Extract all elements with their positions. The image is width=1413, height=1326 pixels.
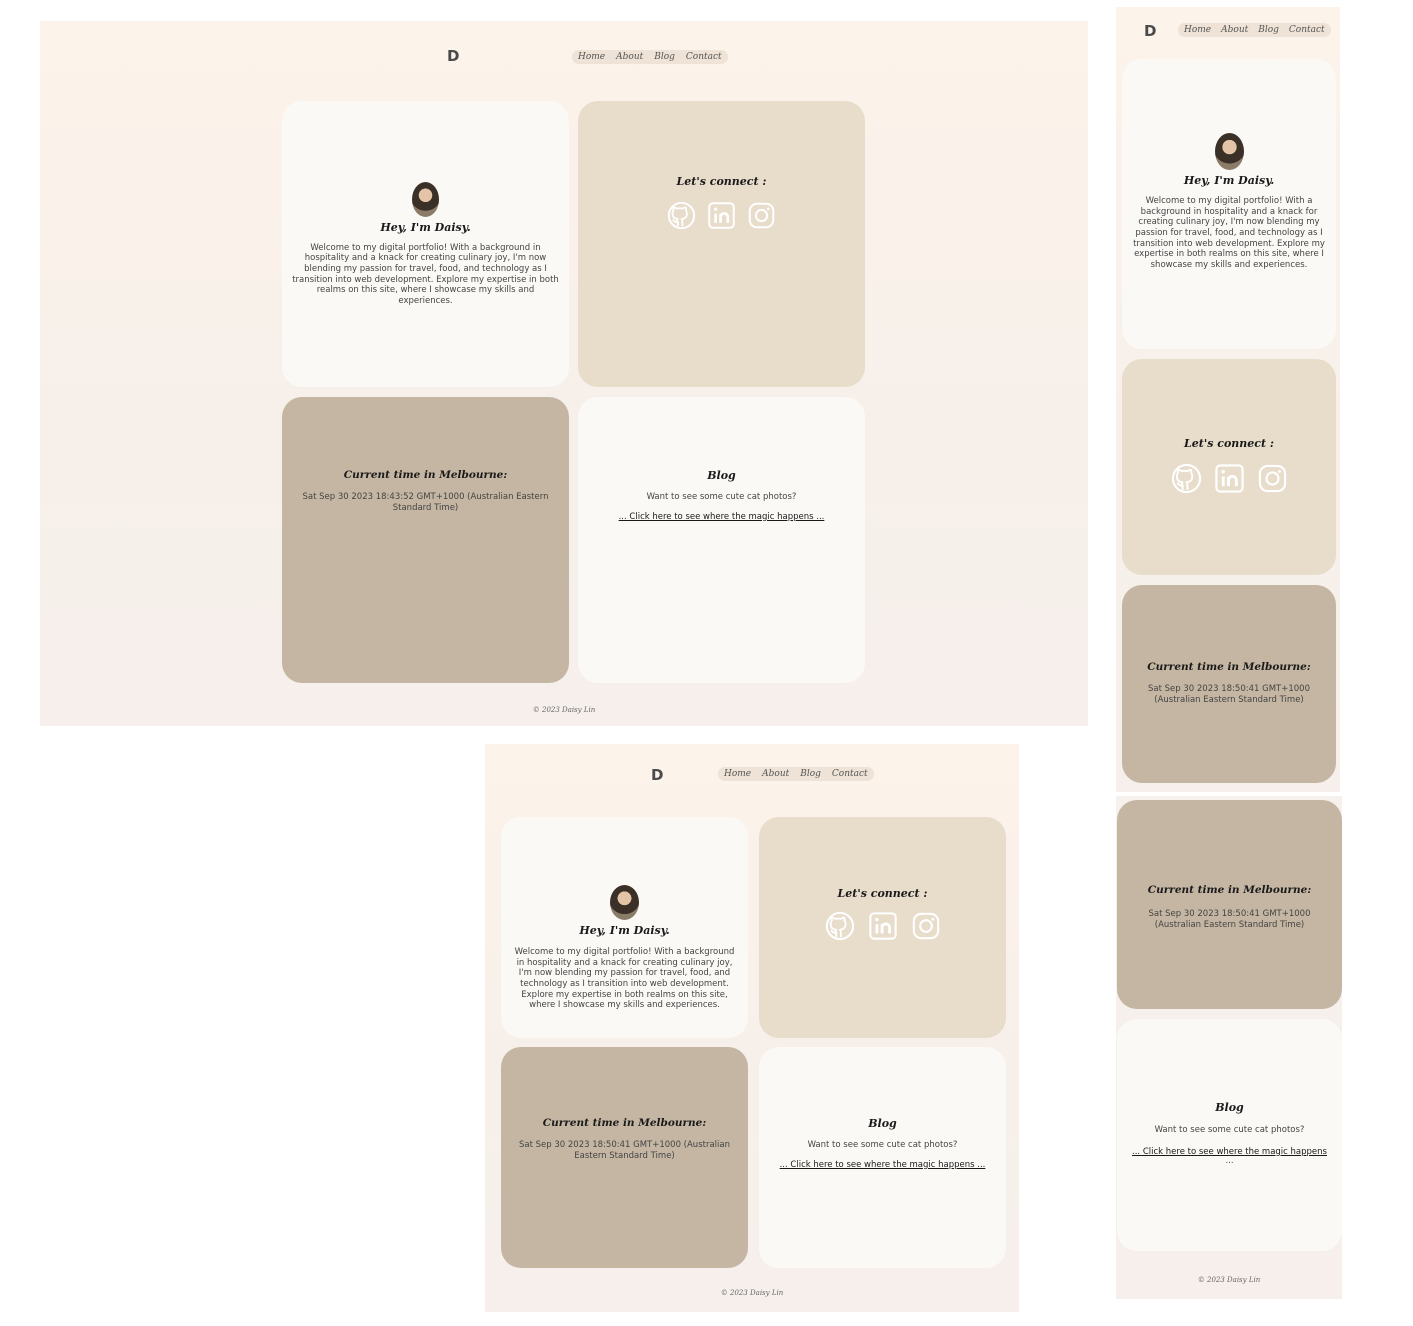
avatar [1214,133,1244,170]
intro-heading: Hey, I'm Daisy. [380,220,471,234]
instagram-icon[interactable] [1257,463,1288,494]
time-heading: Current time in Melbourne: [542,1117,707,1129]
nav-menu: Home About Blog Contact [1178,23,1331,37]
site-logo[interactable]: D [1144,22,1156,40]
nav-contact[interactable]: Contact [1289,25,1325,35]
blog-card: Blog Want to see some cute cat photos? .… [578,397,865,683]
blog-heading: Blog [868,1117,897,1130]
time-heading: Current time in Melbourne: [1147,661,1311,673]
time-heading: Current time in Melbourne: [343,469,508,481]
time-card: Current time in Melbourne: Sat Sep 30 20… [1117,800,1342,1009]
footer: © 2023 Daisy Lin [532,706,596,714]
linkedin-icon[interactable] [707,201,736,230]
social-icons [667,201,776,230]
mobile-view-top: D Home About Blog Contact Hey, I'm Daisy… [1116,7,1340,792]
nav-home[interactable]: Home [724,769,751,779]
tablet-view: D Home About Blog Contact Hey, I'm Daisy… [485,744,1019,1312]
intro-heading: Hey, I'm Daisy. [1183,174,1275,187]
blog-heading: Blog [707,469,736,482]
blog-link-tail: ... [1225,1155,1234,1166]
nav-contact[interactable]: Contact [686,52,722,62]
nav-blog[interactable]: Blog [654,52,675,62]
desktop-view: D Home About Blog Contact Hey, I'm Daisy… [40,21,1088,726]
intro-card: Hey, I'm Daisy. Welcome to my digital po… [1122,59,1336,349]
nav-menu: Home About Blog Contact [718,767,874,781]
time-card: Current time in Melbourne: Sat Sep 30 20… [282,397,569,683]
nav-menu: Home About Blog Contact [572,50,728,64]
time-value: Sat Sep 30 2023 18:50:41 GMT+1000 (Austr… [519,1140,730,1161]
connect-card: Let's connect : [759,817,1006,1038]
intro-text: Welcome to my digital portfolio! With a … [292,242,559,306]
avatar [412,181,439,217]
footer: © 2023 Daisy Lin [1197,1276,1261,1284]
blog-text: Want to see some cute cat photos? [646,492,797,502]
instagram-icon[interactable] [911,911,941,941]
connect-card: Let's connect : [1122,359,1336,575]
time-heading: Current time in Melbourne: [1147,884,1312,896]
intro-heading: Hey, I'm Daisy. [579,924,670,937]
blog-card: Blog Want to see some cute cat photos? .… [759,1047,1006,1268]
intro-card: Hey, I'm Daisy. Welcome to my digital po… [282,101,569,387]
nav-home[interactable]: Home [578,52,605,62]
nav-home[interactable]: Home [1184,25,1211,35]
connect-card: Let's connect : [578,101,865,387]
time-value: Sat Sep 30 2023 18:43:52 GMT+1000 (Austr… [302,492,549,513]
github-icon[interactable] [825,911,855,941]
github-icon[interactable] [1171,463,1202,494]
nav-blog[interactable]: Blog [1258,25,1279,35]
time-value: Sat Sep 30 2023 18:50:41 GMT+1000 (Austr… [1148,909,1311,930]
intro-card: Hey, I'm Daisy. Welcome to my digital po… [501,817,748,1038]
nav-blog[interactable]: Blog [800,769,821,779]
nav-about[interactable]: About [1221,25,1248,35]
blog-heading: Blog [1215,1101,1244,1114]
blog-link[interactable]: ... Click here to see where the magic ha… [780,1160,986,1170]
blog-card: Blog Want to see some cute cat photos? .… [1117,1019,1342,1251]
time-value: Sat Sep 30 2023 18:50:41 GMT+1000 (Austr… [1148,684,1310,705]
nav-contact[interactable]: Contact [832,769,868,779]
nav-about[interactable]: About [616,52,643,62]
mobile-view-bottom: Current time in Melbourne: Sat Sep 30 20… [1116,796,1342,1299]
time-card: Current time in Melbourne: Sat Sep 30 20… [501,1047,748,1268]
linkedin-icon[interactable] [1214,463,1245,494]
instagram-icon[interactable] [747,201,776,230]
blog-text: Want to see some cute cat photos? [807,1140,958,1150]
avatar [610,885,639,920]
connect-heading: Let's connect : [837,887,928,900]
intro-text: Welcome to my digital portfolio! With a … [514,947,735,1011]
linkedin-icon[interactable] [868,911,898,941]
blog-text: Want to see some cute cat photos? [1154,1125,1305,1135]
connect-heading: Let's connect : [676,175,767,188]
social-icons [1171,463,1288,494]
intro-text: Welcome to my digital portfolio! With a … [1133,196,1325,270]
nav-about[interactable]: About [762,769,789,779]
github-icon[interactable] [667,201,696,230]
site-logo[interactable]: D [651,766,663,784]
footer: © 2023 Daisy Lin [720,1289,784,1297]
connect-heading: Let's connect : [1184,437,1274,450]
site-logo[interactable]: D [447,47,459,65]
blog-link[interactable]: ... Click here to see where the magic ha… [619,512,825,522]
social-icons [825,911,941,941]
time-card: Current time in Melbourne: Sat Sep 30 20… [1122,585,1336,783]
